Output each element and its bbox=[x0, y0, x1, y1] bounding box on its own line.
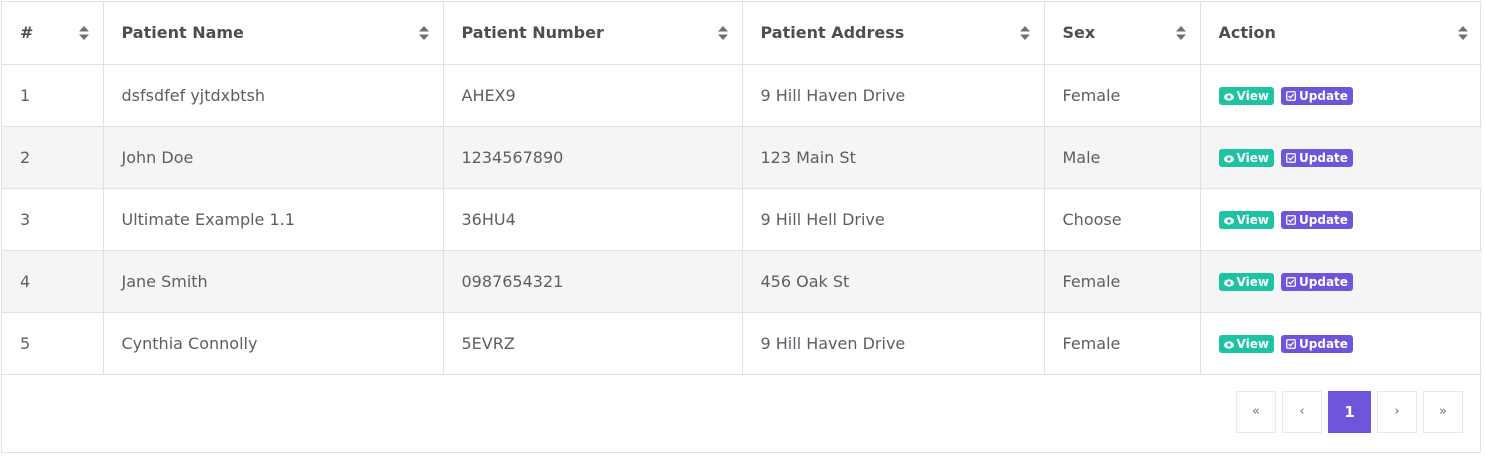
cell-number: 1 bbox=[2, 63, 104, 127]
table-footer: « ‹ 1 › » bbox=[2, 375, 1480, 452]
update-button[interactable]: Update bbox=[1281, 211, 1353, 229]
view-button[interactable]: View bbox=[1218, 211, 1274, 229]
cell-patient-address: 456 Oak St bbox=[741, 249, 1045, 313]
patients-table-card: # Patient Name Patient Number Patient Ad… bbox=[1, 1, 1482, 453]
cell-patient-name: Jane Smith bbox=[102, 249, 444, 313]
prev-page-button[interactable]: ‹ bbox=[1282, 390, 1322, 433]
cell-action: View Update bbox=[1199, 125, 1482, 189]
table-row: 3 Ultimate Example 1.1 36HU4 9 Hill Hell… bbox=[2, 187, 1482, 251]
checkbox-icon bbox=[1286, 153, 1296, 163]
sort-icon[interactable] bbox=[1019, 25, 1030, 40]
eye-icon bbox=[1223, 217, 1234, 225]
cell-action: View Update bbox=[1199, 249, 1482, 313]
pagination: « ‹ 1 › » bbox=[1230, 390, 1463, 433]
update-button[interactable]: Update bbox=[1281, 87, 1353, 105]
view-button[interactable]: View bbox=[1218, 273, 1274, 291]
cell-number: 3 bbox=[2, 187, 104, 251]
checkbox-icon bbox=[1286, 277, 1296, 287]
cell-number: 4 bbox=[2, 249, 104, 313]
cell-action: View Update bbox=[1199, 311, 1482, 375]
sort-icon[interactable] bbox=[78, 25, 89, 40]
cell-patient-address: 9 Hill Haven Drive bbox=[741, 63, 1045, 127]
cell-patient-name: Ultimate Example 1.1 bbox=[102, 187, 444, 251]
cell-patient-name: dsfsdfef yjtdxbtsh bbox=[102, 63, 444, 127]
cell-patient-address: 9 Hill Hell Drive bbox=[741, 187, 1045, 251]
header-action[interactable]: Action bbox=[1199, 2, 1482, 65]
cell-patient-number: 0987654321 bbox=[442, 249, 743, 313]
update-button[interactable]: Update bbox=[1281, 335, 1353, 353]
cell-sex: Choose bbox=[1043, 187, 1201, 251]
header-patient-number[interactable]: Patient Number bbox=[442, 2, 743, 65]
cell-sex: Female bbox=[1043, 249, 1201, 313]
cell-patient-address: 9 Hill Haven Drive bbox=[741, 311, 1045, 375]
header-patient-name[interactable]: Patient Name bbox=[102, 2, 444, 65]
update-button[interactable]: Update bbox=[1281, 273, 1353, 291]
view-button[interactable]: View bbox=[1218, 335, 1274, 353]
cell-patient-number: 36HU4 bbox=[442, 187, 743, 251]
sort-icon[interactable] bbox=[717, 25, 728, 40]
cell-action: View Update bbox=[1199, 187, 1482, 251]
checkbox-icon bbox=[1286, 91, 1296, 101]
cell-patient-number: 5EVRZ bbox=[442, 311, 743, 375]
page-1-button[interactable]: 1 bbox=[1328, 390, 1371, 433]
cell-number: 5 bbox=[2, 311, 104, 375]
cell-patient-number: AHEX9 bbox=[442, 63, 743, 127]
cell-sex: Female bbox=[1043, 63, 1201, 127]
sort-icon[interactable] bbox=[1458, 25, 1468, 40]
eye-icon bbox=[1223, 155, 1234, 163]
next-page-button[interactable]: › bbox=[1377, 390, 1417, 433]
cell-patient-name: Cynthia Connolly bbox=[102, 311, 444, 375]
table-header-row: # Patient Name Patient Number Patient Ad… bbox=[2, 2, 1482, 65]
eye-icon bbox=[1223, 341, 1234, 349]
view-button[interactable]: View bbox=[1218, 87, 1274, 105]
eye-icon bbox=[1223, 93, 1234, 101]
sort-icon[interactable] bbox=[418, 25, 429, 40]
cell-patient-name: John Doe bbox=[102, 125, 444, 189]
cell-action: View Update bbox=[1199, 63, 1482, 127]
table-row: 5 Cynthia Connolly 5EVRZ 9 Hill Haven Dr… bbox=[2, 311, 1482, 375]
checkbox-icon bbox=[1286, 339, 1296, 349]
table-row: 4 Jane Smith 0987654321 456 Oak St Femal… bbox=[2, 249, 1482, 313]
header-number[interactable]: # bbox=[2, 2, 104, 65]
first-page-button[interactable]: « bbox=[1236, 390, 1276, 433]
cell-patient-number: 1234567890 bbox=[442, 125, 743, 189]
cell-sex: Female bbox=[1043, 311, 1201, 375]
cell-patient-address: 123 Main St bbox=[741, 125, 1045, 189]
checkbox-icon bbox=[1286, 215, 1296, 225]
patients-table: # Patient Name Patient Number Patient Ad… bbox=[2, 2, 1482, 375]
last-page-button[interactable]: » bbox=[1423, 390, 1463, 433]
header-sex[interactable]: Sex bbox=[1043, 2, 1201, 65]
view-button[interactable]: View bbox=[1218, 149, 1274, 167]
header-patient-address[interactable]: Patient Address bbox=[741, 2, 1045, 65]
cell-sex: Male bbox=[1043, 125, 1201, 189]
table-row: 2 John Doe 1234567890 123 Main St Male V… bbox=[2, 125, 1482, 189]
table-row: 1 dsfsdfef yjtdxbtsh AHEX9 9 Hill Haven … bbox=[2, 63, 1482, 127]
cell-number: 2 bbox=[2, 125, 104, 189]
update-button[interactable]: Update bbox=[1281, 149, 1353, 167]
eye-icon bbox=[1223, 279, 1234, 287]
sort-icon[interactable] bbox=[1175, 25, 1186, 40]
